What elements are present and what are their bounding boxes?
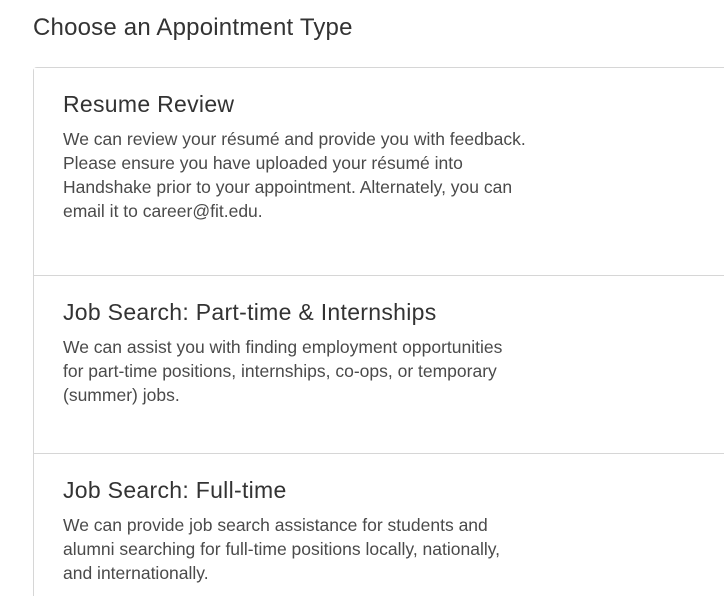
appointment-type-list: Resume Review We can review your résumé …	[33, 67, 724, 596]
option-description-line: alumni searching for full-time positions…	[63, 539, 501, 559]
page-title: Choose an Appointment Type	[33, 14, 353, 41]
appointment-option-resume-review[interactable]: Resume Review We can review your résumé …	[34, 68, 724, 276]
option-description-line: email it to career@fit.edu.	[63, 201, 263, 221]
option-description: We can review your résumé and provide yo…	[63, 127, 724, 223]
option-title: Job Search: Full-time	[63, 477, 287, 503]
option-description-line: We can provide job search assistance for…	[63, 515, 488, 535]
appointment-type-page: Choose an Appointment Type Resume Review…	[0, 0, 724, 596]
option-description-line: Please ensure you have uploaded your rés…	[63, 153, 463, 173]
option-title: Resume Review	[63, 91, 235, 117]
option-description-line: Handshake prior to your appointment. Alt…	[63, 177, 513, 197]
option-description-line: (summer) jobs.	[63, 385, 180, 405]
option-description: We can provide job search assistance for…	[63, 513, 724, 585]
appointment-option-job-search-full-time[interactable]: Job Search: Full-time We can provide job…	[34, 454, 724, 596]
option-description: We can assist you with finding employmen…	[63, 335, 724, 407]
option-title: Job Search: Part-time & Internships	[63, 299, 437, 325]
option-description-line: We can review your résumé and provide yo…	[63, 129, 526, 149]
appointment-option-job-search-part-time[interactable]: Job Search: Part-time & Internships We c…	[34, 276, 724, 454]
option-description-line: for part-time positions, internships, co…	[63, 361, 497, 381]
option-description-line: We can assist you with finding employmen…	[63, 337, 503, 357]
option-description-line: and internationally.	[63, 563, 209, 583]
